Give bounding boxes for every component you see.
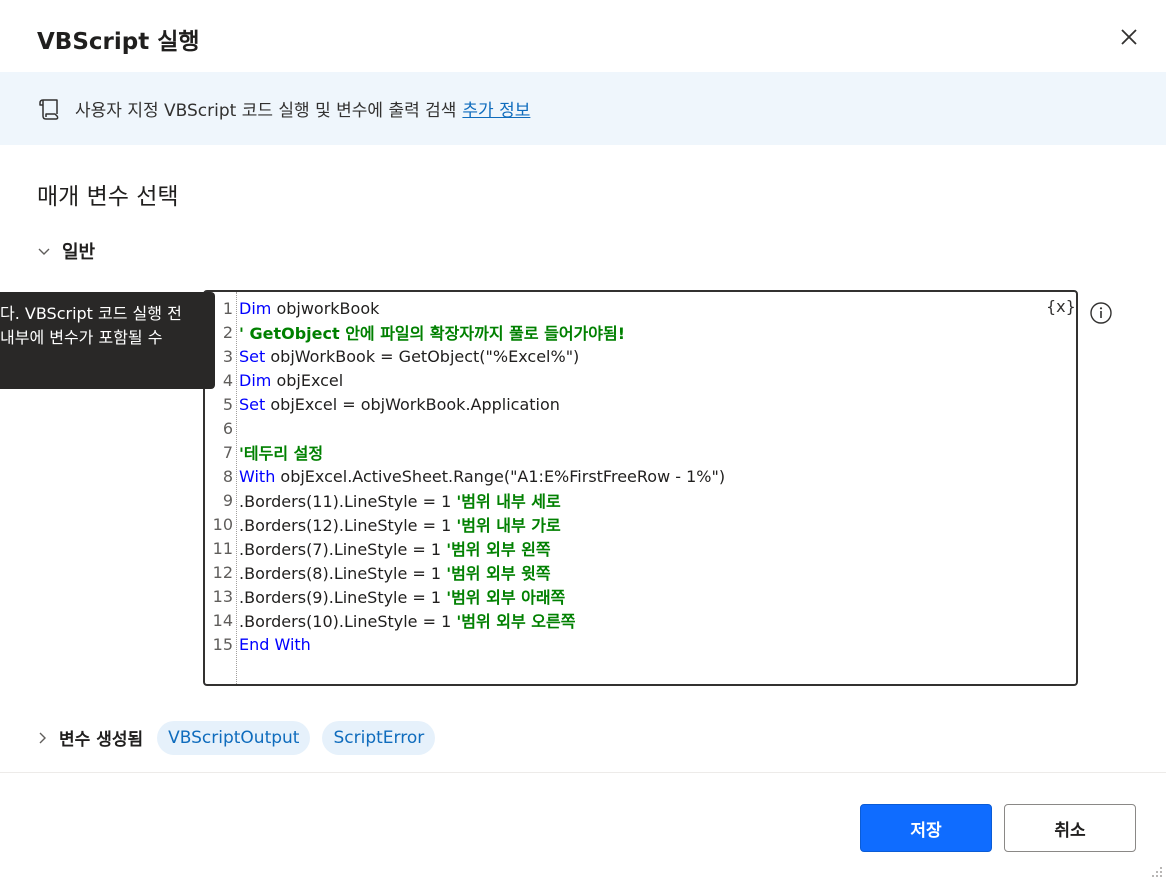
code-text: Dim objExcel xyxy=(239,371,343,390)
line-number: 5 xyxy=(222,394,233,414)
code-token: .Borders(9).LineStyle = 1 xyxy=(239,588,447,607)
code-line: 4 Dim objExcel xyxy=(205,368,1076,392)
line-number: 13 xyxy=(212,586,233,606)
code-line: 12 .Borders(8).LineStyle = 1 '범위 외부 윗쪽 xyxy=(205,560,1076,584)
code-line: 15 End With xyxy=(205,632,1076,656)
code-text: ' GetObject 안에 파일의 확장자까지 풀로 들어가야됨! xyxy=(239,320,625,344)
code-comment: '범위 외부 왼쪽 xyxy=(446,540,551,559)
code-comment: '범위 내부 가로 xyxy=(456,516,561,535)
cancel-button[interactable]: 취소 xyxy=(1004,804,1136,852)
tooltip: 다. VBScript 코드 실행 전 내부에 변수가 포함될 수 xyxy=(0,292,215,389)
code-text: Dim objworkBook xyxy=(239,299,379,318)
code-line: 9 .Borders(11).LineStyle = 1 '범위 내부 세로 xyxy=(205,488,1076,512)
code-keyword: Set xyxy=(239,394,266,414)
code-text: .Borders(8).LineStyle = 1 '범위 외부 윗쪽 xyxy=(239,560,551,584)
code-token: objExcel.ActiveSheet.Range("A1:E%FirstFr… xyxy=(275,466,726,486)
variables-produced: 변수 생성됨 VBScriptOutput ScriptError xyxy=(37,720,447,755)
code-token: objExcel xyxy=(271,370,344,390)
variables-label: 변수 생성됨 xyxy=(59,730,144,750)
script-icon xyxy=(36,96,62,122)
more-info-link[interactable]: 추가 정보 xyxy=(462,96,530,121)
footer-divider xyxy=(0,772,1166,773)
code-keyword: Dim xyxy=(239,298,272,318)
tooltip-line-2: 내부에 변수가 포함될 수 xyxy=(0,328,163,347)
code-token: .Borders(7).LineStyle = 1 xyxy=(239,540,447,559)
code-text: Set objExcel = objWorkBook.Application xyxy=(239,395,560,414)
line-number: 8 xyxy=(222,466,233,486)
code-token: objWorkBook = GetObject("%Excel%") xyxy=(265,346,580,366)
code-token: objExcel = objWorkBook.Application xyxy=(265,394,560,414)
code-line: 10 .Borders(12).LineStyle = 1 '범위 내부 가로 xyxy=(205,512,1076,536)
line-number: 12 xyxy=(212,562,233,582)
line-number: 15 xyxy=(212,634,233,654)
code-token: .Borders(12).LineStyle = 1 xyxy=(239,516,457,535)
code-comment: '테두리 설정 xyxy=(239,444,324,463)
code-text: .Borders(9).LineStyle = 1 '범위 외부 아래쪽 xyxy=(239,584,565,608)
line-number: 7 xyxy=(222,442,233,462)
code-line: 6 xyxy=(205,416,1076,440)
save-button[interactable]: 저장 xyxy=(860,804,992,852)
tooltip-line-1: 다. VBScript 코드 실행 전 xyxy=(0,304,182,323)
code-line: 5 Set objExcel = objWorkBook.Application xyxy=(205,392,1076,416)
code-keyword: Set xyxy=(239,346,266,366)
code-token: .Borders(11).LineStyle = 1 xyxy=(239,492,457,511)
code-line: 2 ' GetObject 안에 파일의 확장자까지 풀로 들어가야됨! xyxy=(205,320,1076,344)
code-line: 11 .Borders(7).LineStyle = 1 '범위 외부 왼쪽 xyxy=(205,536,1076,560)
code-comment: '범위 외부 오른쪽 xyxy=(456,612,576,631)
code-text: '테두리 설정 xyxy=(239,440,323,464)
general-group-toggle[interactable]: 일반 xyxy=(37,238,95,264)
code-line: 14 .Borders(10).LineStyle = 1 '범위 외부 오른쪽 xyxy=(205,608,1076,632)
code-comment: '범위 내부 세로 xyxy=(456,492,561,511)
code-line: 7 '테두리 설정 xyxy=(205,440,1076,464)
code-line: 3 Set objWorkBook = GetObject("%Excel%") xyxy=(205,344,1076,368)
section-title: 매개 변수 선택 xyxy=(37,184,179,210)
code-comment: '범위 외부 아래쪽 xyxy=(446,588,566,607)
code-line: 13 .Borders(9).LineStyle = 1 '범위 외부 아래쪽 xyxy=(205,584,1076,608)
resize-grip-icon[interactable] xyxy=(1146,862,1164,880)
dialog-title: VBScript 실행 xyxy=(37,29,200,55)
code-keyword: With xyxy=(239,466,276,486)
code-text: .Borders(10).LineStyle = 1 '범위 외부 오른쪽 xyxy=(239,608,575,632)
info-description: 사용자 지정 VBScript 코드 실행 및 변수에 출력 검색 xyxy=(75,101,457,121)
line-number: 9 xyxy=(222,490,233,510)
code-token: .Borders(8).LineStyle = 1 xyxy=(239,564,447,583)
chevron-right-icon[interactable] xyxy=(37,731,51,745)
code-token: .Borders(10).LineStyle = 1 xyxy=(239,612,457,631)
code-text: End With xyxy=(239,635,311,654)
close-button[interactable] xyxy=(1116,24,1142,50)
code-lines: 1 Dim objworkBook 2 ' GetObject 안에 파일의 확장자까… xyxy=(205,296,1076,656)
close-icon xyxy=(1121,29,1137,45)
line-number: 11 xyxy=(212,538,233,558)
insert-variable-button[interactable]: {x} xyxy=(1046,297,1076,316)
code-keyword: End With xyxy=(239,634,311,654)
code-text: .Borders(12).LineStyle = 1 '범위 내부 가로 xyxy=(239,512,561,536)
line-number: 6 xyxy=(222,418,233,438)
code-line: 8 With objExcel.ActiveSheet.Range("A1:E%F… xyxy=(205,464,1076,488)
group-label: 일반 xyxy=(62,242,96,263)
variable-pill-scripterror[interactable]: ScriptError xyxy=(322,720,436,755)
info-icon[interactable] xyxy=(1089,301,1113,325)
code-keyword: Dim xyxy=(239,370,272,390)
code-text: .Borders(11).LineStyle = 1 '범위 내부 세로 xyxy=(239,488,561,512)
code-comment: '범위 외부 윗쪽 xyxy=(446,564,551,583)
code-editor[interactable]: 1 Dim objworkBook 2 ' GetObject 안에 파일의 확장자까… xyxy=(203,290,1078,686)
code-text: With objExcel.ActiveSheet.Range("A1:E%Fi… xyxy=(239,467,725,486)
code-token: objworkBook xyxy=(271,298,380,318)
chevron-down-icon xyxy=(37,243,53,259)
code-text: Set objWorkBook = GetObject("%Excel%") xyxy=(239,347,579,366)
code-line: 1 Dim objworkBook xyxy=(205,296,1076,320)
code-comment: ' GetObject 안에 파일의 확장자까지 풀로 들어가야됨! xyxy=(239,324,626,343)
line-number: 14 xyxy=(212,610,233,630)
code-text: .Borders(7).LineStyle = 1 '범위 외부 왼쪽 xyxy=(239,536,551,560)
info-banner: 사용자 지정 VBScript 코드 실행 및 변수에 출력 검색 추가 정보 xyxy=(0,72,1166,145)
line-number: 10 xyxy=(212,514,233,534)
variable-pill-vbscriptoutput[interactable]: VBScriptOutput xyxy=(157,720,311,755)
